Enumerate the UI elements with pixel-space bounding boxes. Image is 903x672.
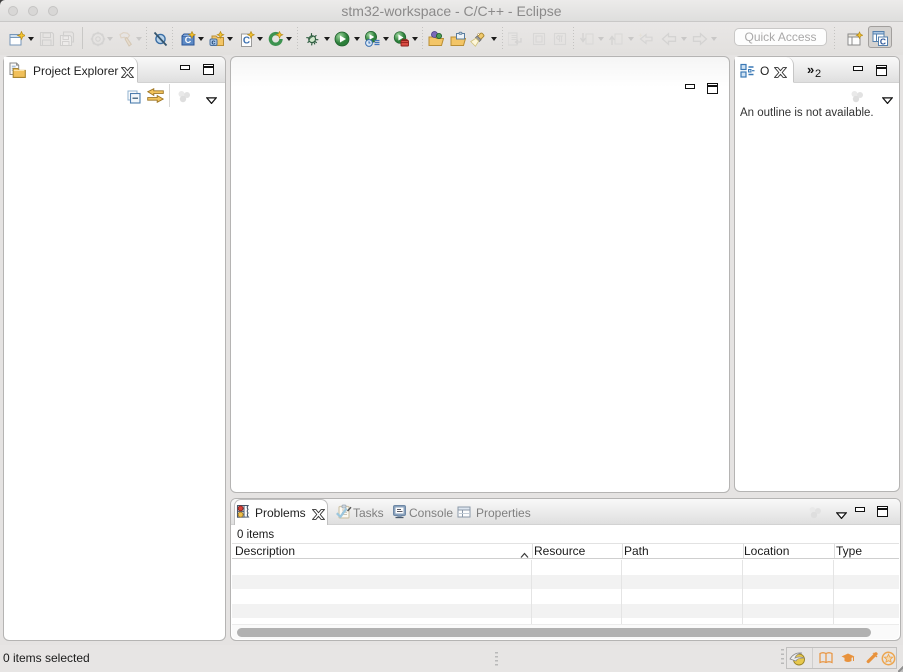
svg-text:C: C xyxy=(243,36,250,47)
svg-text:c: c xyxy=(211,38,215,47)
svg-text:C: C xyxy=(185,35,192,45)
svg-text:C: C xyxy=(880,37,886,47)
